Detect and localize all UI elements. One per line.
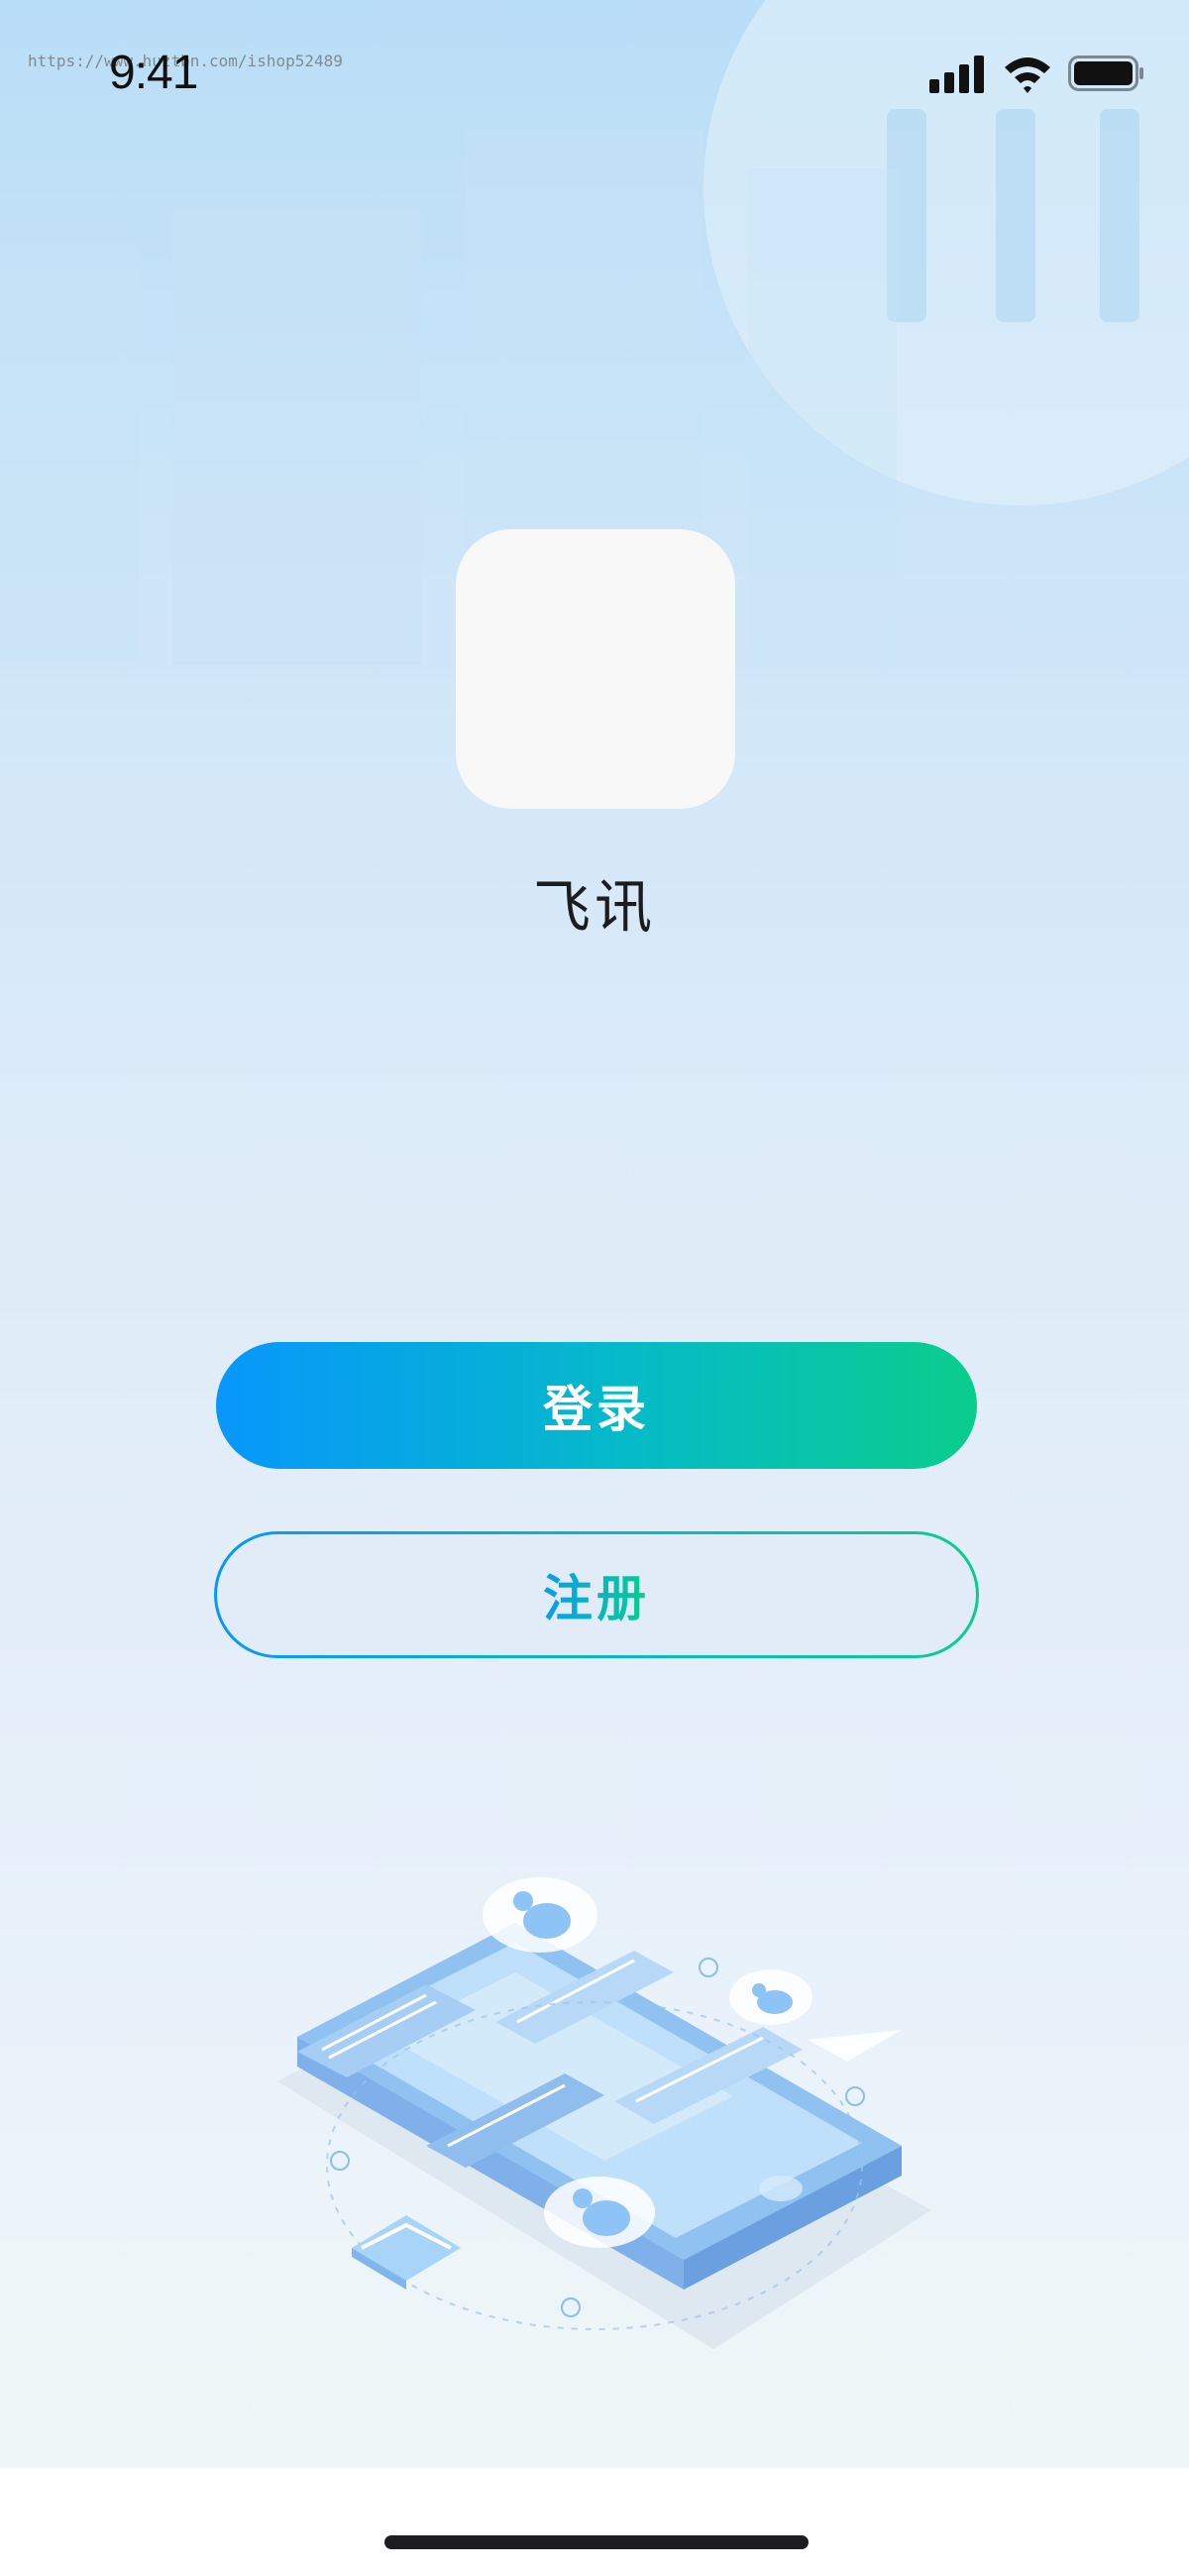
login-button[interactable]: 登录	[216, 1342, 977, 1469]
register-button-label: 注册	[543, 1570, 650, 1627]
wifi-icon	[1005, 57, 1050, 93]
status-icons	[929, 56, 1143, 93]
bottom-safe-area	[0, 2468, 1189, 2576]
register-button-border: 注册	[214, 1531, 979, 1658]
envelope-icon	[352, 2215, 461, 2290]
app-logo	[456, 529, 735, 809]
signal-icon	[929, 56, 984, 93]
paper-plane-icon	[808, 2030, 902, 2062]
battery-icon	[1068, 56, 1143, 91]
register-button[interactable]: 注册	[217, 1534, 976, 1655]
status-time: 9:41	[109, 47, 198, 99]
app-name: 飞讯	[532, 873, 656, 941]
home-indicator[interactable]	[384, 2535, 809, 2549]
welcome-screen: https://www.huztbn.com/ishop52489 9:41 飞…	[0, 0, 1189, 2576]
chat-phone-illustration	[277, 1877, 931, 2349]
